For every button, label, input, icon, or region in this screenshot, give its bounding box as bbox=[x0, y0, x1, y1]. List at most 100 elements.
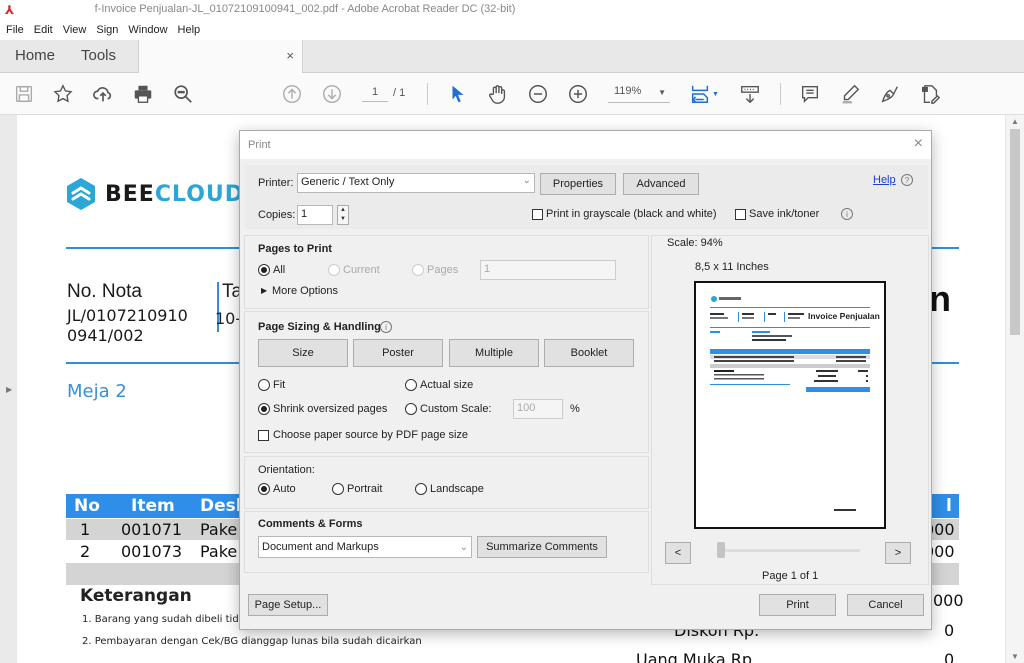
close-tab-icon[interactable]: × bbox=[286, 48, 294, 63]
radio-actual-size[interactable] bbox=[405, 379, 417, 391]
pages-range-value: 1 bbox=[484, 263, 491, 275]
prev-page-icon[interactable] bbox=[280, 82, 304, 106]
close-icon[interactable]: × bbox=[914, 135, 923, 153]
fit-page-dropdown-icon[interactable]: ▼ bbox=[712, 91, 719, 98]
comments-forms-select[interactable]: Document and Markups ⌄ bbox=[258, 536, 472, 558]
highlight-icon[interactable] bbox=[838, 82, 862, 106]
print-icon[interactable] bbox=[131, 82, 155, 106]
uang-muka-value: 0 bbox=[944, 650, 955, 663]
fit-page-icon[interactable] bbox=[688, 82, 712, 106]
radio-auto[interactable] bbox=[258, 483, 270, 495]
nota-value-line1: JL/0107210910 bbox=[67, 306, 188, 325]
menu-edit[interactable]: Edit bbox=[34, 24, 53, 36]
radio-all-label: All bbox=[273, 264, 286, 276]
next-page-icon[interactable] bbox=[320, 82, 344, 106]
hand-icon[interactable] bbox=[486, 82, 510, 106]
scrollbar-thumb[interactable] bbox=[1010, 129, 1020, 335]
expand-triangle-icon[interactable]: ▶ bbox=[261, 286, 267, 295]
zoom-in-icon[interactable] bbox=[566, 82, 590, 106]
radio-current[interactable] bbox=[328, 264, 340, 276]
radio-custom-scale[interactable] bbox=[405, 403, 417, 415]
menu-sign[interactable]: Sign bbox=[96, 24, 118, 36]
multiple-button[interactable]: Multiple bbox=[449, 339, 539, 367]
fill-sign-icon[interactable] bbox=[918, 82, 942, 106]
paper-size-label: 8,5 x 11 Inches bbox=[695, 261, 769, 273]
properties-button[interactable]: Properties bbox=[540, 173, 616, 195]
expand-panel-icon[interactable]: ▶ bbox=[6, 385, 12, 394]
brand-cloud: CLOUD bbox=[154, 181, 245, 207]
booklet-button[interactable]: Booklet bbox=[544, 339, 634, 367]
summarize-comments-button[interactable]: Summarize Comments bbox=[477, 536, 607, 558]
print-button[interactable]: Print bbox=[759, 594, 836, 616]
copies-input[interactable]: 1 bbox=[297, 205, 333, 225]
pages-range-input[interactable]: 1 bbox=[480, 260, 616, 280]
tab-bar: Home Tools × bbox=[0, 40, 1024, 74]
custom-scale-input[interactable]: 100 bbox=[513, 399, 563, 419]
scroll-mode-icon[interactable] bbox=[738, 82, 762, 106]
save-icon[interactable] bbox=[12, 82, 36, 106]
search-icon[interactable] bbox=[171, 82, 195, 106]
radio-current-label: Current bbox=[343, 264, 380, 276]
scroll-down-icon[interactable]: ▼ bbox=[1011, 652, 1019, 661]
preview-prev-button[interactable]: < bbox=[665, 542, 691, 564]
zoom-level-select[interactable]: 119% ▼ bbox=[608, 85, 670, 103]
help-link[interactable]: Help bbox=[873, 174, 896, 186]
paper-source-checkbox[interactable] bbox=[258, 430, 269, 441]
zoom-out-icon[interactable] bbox=[526, 82, 550, 106]
navigation-pane-toggle[interactable]: ▶ bbox=[0, 115, 17, 663]
vertical-scrollbar[interactable]: ▲ ▼ bbox=[1006, 115, 1024, 663]
upload-cloud-icon[interactable] bbox=[91, 82, 115, 106]
radio-shrink-label: Shrink oversized pages bbox=[273, 403, 388, 415]
bookmark-star-icon[interactable] bbox=[51, 82, 75, 106]
radio-fit[interactable] bbox=[258, 379, 270, 391]
radio-portrait[interactable] bbox=[332, 483, 344, 495]
page-setup-button[interactable]: Page Setup... bbox=[248, 594, 328, 616]
poster-button[interactable]: Poster bbox=[353, 339, 443, 367]
tab-tools[interactable]: Tools bbox=[81, 47, 116, 64]
radio-pages[interactable] bbox=[412, 264, 424, 276]
invoice-title: n bbox=[929, 278, 951, 319]
page-total: / 1 bbox=[393, 87, 406, 99]
tab-home[interactable]: Home bbox=[15, 47, 55, 64]
preview-page-slider[interactable] bbox=[720, 549, 860, 552]
size-button[interactable]: Size bbox=[258, 339, 348, 367]
scale-label: Scale: 94% bbox=[667, 237, 723, 249]
preview-next-button[interactable]: > bbox=[885, 542, 911, 564]
percent-label: % bbox=[570, 403, 580, 415]
help-icon[interactable]: ? bbox=[901, 174, 913, 186]
menu-view[interactable]: View bbox=[63, 24, 87, 36]
menu-help[interactable]: Help bbox=[178, 24, 201, 36]
tanggal-value: 10- bbox=[215, 309, 242, 328]
info-icon[interactable]: i bbox=[380, 321, 392, 333]
sign-icon[interactable] bbox=[878, 82, 902, 106]
radio-fit-label: Fit bbox=[273, 379, 286, 391]
select-cursor-icon[interactable] bbox=[446, 82, 470, 106]
tab-document[interactable]: × bbox=[138, 40, 303, 74]
toolbar-divider bbox=[427, 83, 428, 105]
copies-stepper[interactable]: ▲ ▼ bbox=[337, 205, 349, 225]
printer-select[interactable]: Generic / Text Only ⌄ bbox=[297, 173, 535, 193]
preview-slider-thumb[interactable] bbox=[717, 542, 725, 558]
keterangan-title: Keterangan bbox=[80, 586, 192, 606]
more-options-toggle[interactable]: More Options bbox=[272, 285, 338, 297]
page-number-input[interactable]: 1 bbox=[362, 86, 388, 102]
comment-icon[interactable] bbox=[798, 82, 822, 106]
brand-name: BEECLOUD bbox=[105, 182, 244, 207]
cancel-button[interactable]: Cancel bbox=[847, 594, 924, 616]
save-ink-checkbox[interactable] bbox=[735, 209, 746, 220]
menu-file[interactable]: File bbox=[6, 24, 24, 36]
preview-thumbnail: Invoice Penjualan bbox=[710, 296, 880, 511]
radio-all[interactable] bbox=[258, 264, 270, 276]
chevron-down-icon: ⌄ bbox=[522, 175, 531, 186]
menu-window[interactable]: Window bbox=[128, 24, 167, 36]
radio-shrink[interactable] bbox=[258, 403, 270, 415]
info-icon[interactable]: i bbox=[841, 208, 853, 220]
advanced-button[interactable]: Advanced bbox=[623, 173, 699, 195]
row-no: 1 bbox=[80, 520, 91, 539]
copies-value: 1 bbox=[301, 208, 308, 220]
grayscale-checkbox[interactable] bbox=[532, 209, 543, 220]
scroll-up-icon[interactable]: ▲ bbox=[1011, 117, 1019, 126]
radio-pages-label: Pages bbox=[427, 264, 459, 276]
radio-landscape[interactable] bbox=[415, 483, 427, 495]
preview-title: Invoice Penjualan bbox=[808, 311, 880, 321]
